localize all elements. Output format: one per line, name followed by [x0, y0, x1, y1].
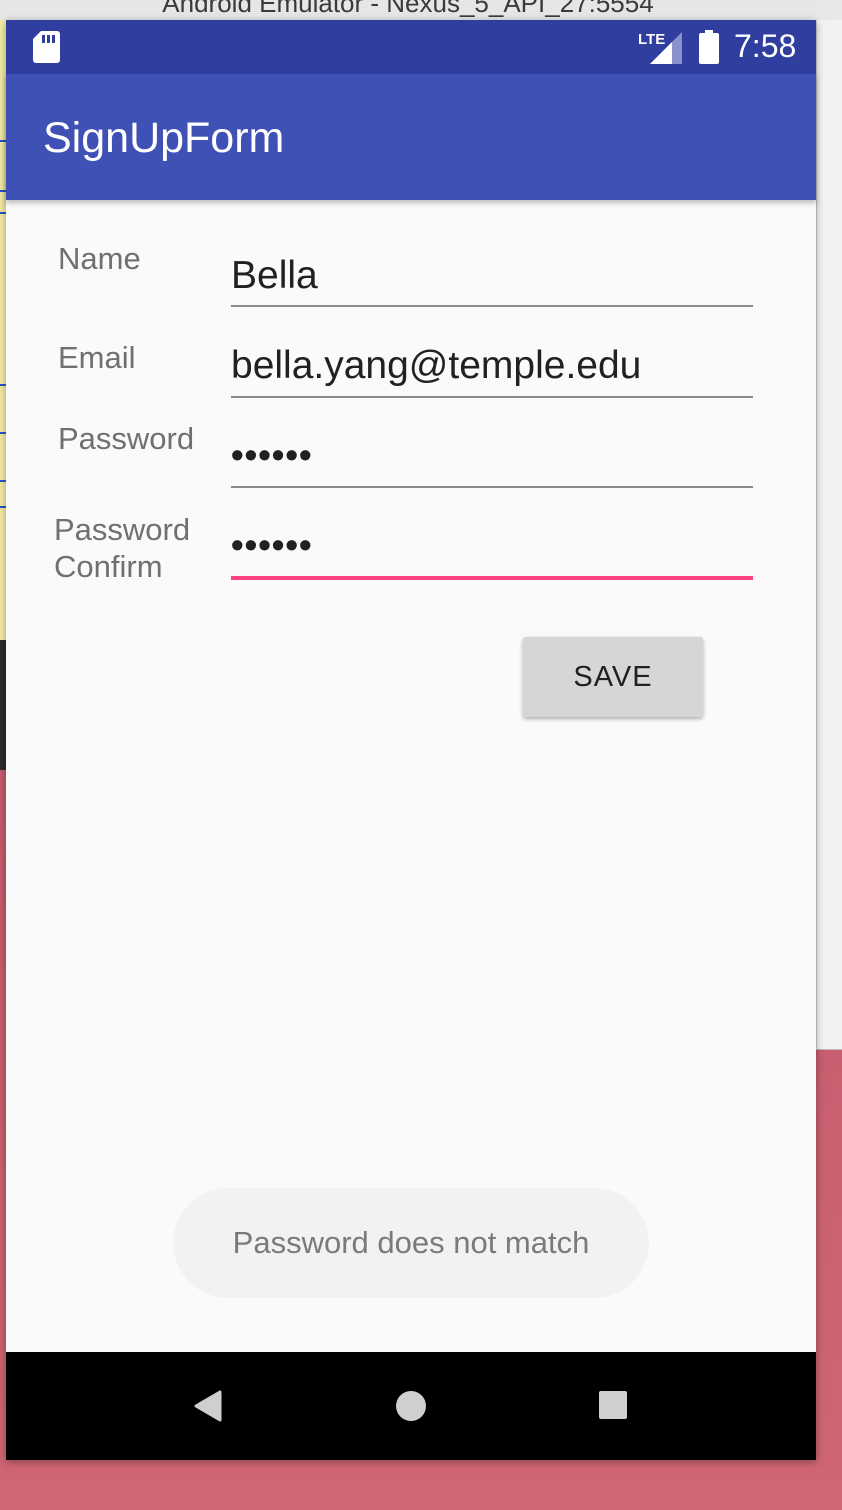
emulator-window-title: Android Emulator - Nexus_5_API_27:5554 — [162, 0, 654, 18]
sd-card-icon — [33, 31, 60, 63]
email-label: Email — [58, 340, 136, 375]
app-toolbar: SignUpForm — [6, 74, 816, 200]
back-icon[interactable] — [194, 1390, 222, 1422]
device-screen: LTE 7:58 SignUpForm Name Bella Email bel… — [6, 20, 816, 1460]
password-field[interactable]: •••••• — [231, 428, 753, 488]
app-title: SignUpForm — [43, 114, 285, 162]
recents-icon[interactable] — [598, 1390, 628, 1420]
password-confirm-field-value: •••••• — [231, 524, 313, 565]
save-button[interactable]: SAVE — [523, 637, 703, 717]
name-field[interactable]: Bella — [231, 248, 753, 307]
password-confirm-label-line2: Confirm — [54, 549, 163, 584]
name-field-value: Bella — [231, 254, 318, 297]
password-confirm-field[interactable]: •••••• — [231, 518, 753, 580]
password-field-value: •••••• — [231, 434, 313, 475]
email-field-value: bella.yang@temple.edu — [231, 344, 642, 387]
battery-icon — [699, 30, 719, 64]
home-icon[interactable] — [395, 1390, 427, 1422]
toast-message: Password does not match — [173, 1188, 649, 1298]
status-clock: 7:58 — [734, 28, 797, 64]
lte-label: LTE — [638, 31, 665, 48]
name-label: Name — [58, 241, 141, 276]
email-field[interactable]: bella.yang@temple.edu — [231, 338, 753, 398]
emulator-title-bar: Android Emulator - Nexus_5_API_27:5554 — [0, 0, 816, 20]
password-confirm-label: Password Confirm — [54, 511, 190, 585]
emulator-side-panel — [816, 20, 842, 1050]
status-bar: LTE 7:58 — [6, 20, 816, 74]
lte-signal-icon: LTE — [638, 31, 682, 64]
navigation-bar — [6, 1352, 816, 1460]
password-confirm-label-line1: Password — [54, 512, 191, 547]
password-label: Password — [58, 421, 195, 456]
